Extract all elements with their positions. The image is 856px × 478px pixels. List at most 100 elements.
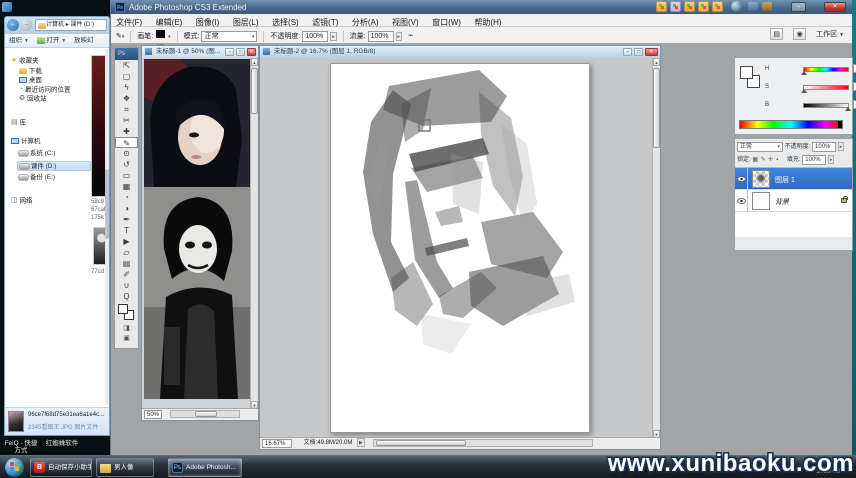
scrollbar-thumb[interactable] (653, 68, 660, 148)
tool-eyedropper-icon[interactable]: ✐ (115, 269, 138, 280)
tool-move-icon[interactable]: ⇱ (115, 60, 138, 71)
airbrush-toggle-icon[interactable]: ⌁ (408, 30, 413, 40)
sidebar-item-libraries[interactable]: ▤ 库 (11, 118, 26, 128)
slideshow-button[interactable]: 放映幻 (74, 37, 94, 44)
tool-type-icon[interactable]: T (115, 225, 138, 236)
document-window-2[interactable]: 未标题-2 @ 16.7% (图层 1, RGB/8) – □ ✕ (259, 45, 661, 450)
lock-transparent-icon[interactable]: ▦ (752, 155, 758, 165)
file-name-fragment[interactable]: 77cd (91, 269, 104, 275)
forward-button[interactable]: → (20, 19, 32, 31)
capture-tool-icon-1[interactable] (656, 1, 667, 12)
sidebar-item-drive-c[interactable]: 系统 (C:) (19, 149, 55, 159)
tool-brush-icon[interactable]: ✎ (115, 137, 138, 148)
capture-tool-icon-5[interactable] (712, 1, 723, 12)
pen-tablet-icon[interactable] (762, 2, 772, 11)
opacity-input[interactable]: 100% (302, 31, 328, 42)
slider-thumb[interactable] (801, 89, 807, 93)
tool-notes-icon[interactable]: ▤ (115, 258, 138, 269)
tool-gradient-icon[interactable]: ▦ (115, 181, 138, 192)
canvas[interactable] (330, 63, 590, 433)
doc2-maximize-button[interactable]: □ (634, 48, 643, 56)
taskbar-button-folder[interactable]: 男人像 (96, 458, 154, 477)
doc1-zoom-level[interactable]: 50% (144, 410, 162, 419)
minimize-button[interactable]: – (791, 2, 806, 12)
menu-select[interactable]: 选择(S) (272, 18, 299, 27)
doc1-close-button[interactable]: ✕ (247, 48, 256, 56)
lock-move-icon[interactable]: ✛ (768, 155, 773, 165)
tool-slice-icon[interactable]: ✂ (115, 115, 138, 126)
scrollbar-thumb[interactable] (251, 68, 258, 114)
status-menu-button[interactable]: ▶ (357, 438, 365, 447)
toolbox-header[interactable]: Ps (115, 48, 138, 60)
taskbar-button-autosave[interactable]: B自动保存小助手 (30, 458, 92, 477)
brush-tool-icon[interactable]: ✎▾ (116, 33, 124, 40)
lock-all-icon[interactable]: ▪ (776, 155, 778, 165)
menu-file[interactable]: 文件(F) (116, 18, 142, 27)
tool-pen-icon[interactable]: ✒ (115, 214, 138, 225)
visibility-cell[interactable] (735, 190, 748, 212)
tool-zoom-icon[interactable]: Q (115, 291, 138, 302)
color-spectrum-ramp[interactable] (739, 120, 843, 129)
fill-input[interactable]: 100% (802, 155, 826, 165)
tool-shape-icon[interactable]: ▱ (115, 247, 138, 258)
flow-spinner[interactable]: ▸ (396, 32, 403, 41)
open-button[interactable]: 打开 ▼ (37, 37, 67, 44)
tool-clone-stamp-icon[interactable]: ⊙ (115, 148, 138, 159)
menu-image[interactable]: 图像(I) (196, 18, 220, 27)
background-thumbnail[interactable] (752, 192, 770, 210)
tool-eraser-icon[interactable]: ▭ (115, 170, 138, 181)
layer1-name[interactable]: 图层 1 (775, 175, 795, 185)
network-tool-icon[interactable] (748, 2, 758, 11)
doc2-titlebar[interactable]: 未标题-2 @ 16.7% (图层 1, RGB/8) – □ ✕ (260, 46, 660, 58)
doc2-close-button[interactable]: ✕ (645, 48, 658, 56)
lock-paint-icon[interactable]: ✎ (761, 155, 766, 165)
sidebar-item-network[interactable]: ◫ 网络 (11, 196, 32, 206)
sidebar-item-recycle[interactable]: ♻ 回收站 (19, 94, 47, 104)
explorer-window[interactable]: ← → 计算机 ▸ 课件 (D:) 组织 ▼ 打开 ▼ 放映幻 ★ 收藏夹 下载… (4, 16, 110, 436)
sidebar-item-computer[interactable]: 计算机 (11, 137, 40, 147)
tool-quick-selection-icon[interactable]: ❖ (115, 93, 138, 104)
screen-mode-icon[interactable]: ▣ (115, 334, 138, 344)
close-button[interactable]: ✕ (824, 2, 846, 12)
doc2-vertical-scrollbar[interactable]: ▲▼ (652, 58, 660, 438)
breadcrumb[interactable]: 计算机 ▸ 课件 (D:) (35, 19, 107, 31)
layer1-thumbnail[interactable] (752, 170, 770, 188)
tool-healing-icon[interactable]: ✚ (115, 126, 138, 137)
visibility-cell[interactable] (735, 168, 748, 190)
foreground-color-swatch[interactable] (118, 304, 128, 314)
capture-tool-icon-3[interactable] (684, 1, 695, 12)
saturation-slider[interactable] (803, 85, 849, 90)
doc2-zoom-level[interactable]: 16.67% (262, 439, 292, 448)
scrollbar-thumb[interactable] (105, 169, 109, 239)
hue-slider[interactable] (803, 67, 849, 72)
document-window-1[interactable]: 未标题-1 @ 50% (图... – □ ✕ (141, 45, 259, 421)
opacity-spinner[interactable]: ▸ (330, 32, 337, 41)
file-name-fragment[interactable]: 175k (91, 215, 104, 221)
fill-spinner[interactable]: ▸ (828, 155, 835, 164)
explorer-scrollbar[interactable] (105, 49, 109, 405)
panel-foreground-swatch[interactable] (740, 66, 753, 79)
workspace-button[interactable]: 工作区 ▼ (816, 31, 844, 38)
photoshop-titlebar[interactable]: Ps Adobe Photoshop CS3 Extended – ✕ (111, 0, 852, 14)
tool-crop-icon[interactable]: ⌗ (115, 104, 138, 115)
menu-filter[interactable]: 滤镜(T) (312, 18, 338, 27)
layer-row-background[interactable]: 背景 (735, 190, 852, 212)
background-name[interactable]: 背景 (775, 197, 789, 207)
capture-tool-icon-4[interactable] (698, 1, 709, 12)
layer-row-layer1[interactable]: 图层 1 (735, 168, 852, 190)
clock-tool-icon[interactable] (731, 1, 742, 12)
menu-layer[interactable]: 图层(L) (233, 18, 259, 27)
desktop-icon-redspider[interactable]: 红蜘蛛软件 (42, 440, 82, 447)
tool-history-brush-icon[interactable]: ↺ (115, 159, 138, 170)
eye-icon[interactable] (737, 176, 746, 182)
menu-view[interactable]: 视图(V) (392, 18, 419, 27)
capture-tool-icon-2[interactable] (670, 1, 681, 12)
taskbar-button-photoshop[interactable]: PsAdobe Photosh... (168, 458, 242, 477)
tool-blur-icon[interactable]: ◔ (115, 192, 138, 203)
tool-path-selection-icon[interactable]: ▶ (115, 236, 138, 247)
sidebar-item-drive-d[interactable]: 课件 (D:) (17, 161, 91, 171)
organize-button[interactable]: 组织 ▼ (9, 37, 29, 44)
doc1-maximize-button[interactable]: □ (236, 48, 245, 56)
eye-icon[interactable] (737, 198, 746, 204)
selected-file-thumbnail[interactable] (8, 411, 24, 432)
